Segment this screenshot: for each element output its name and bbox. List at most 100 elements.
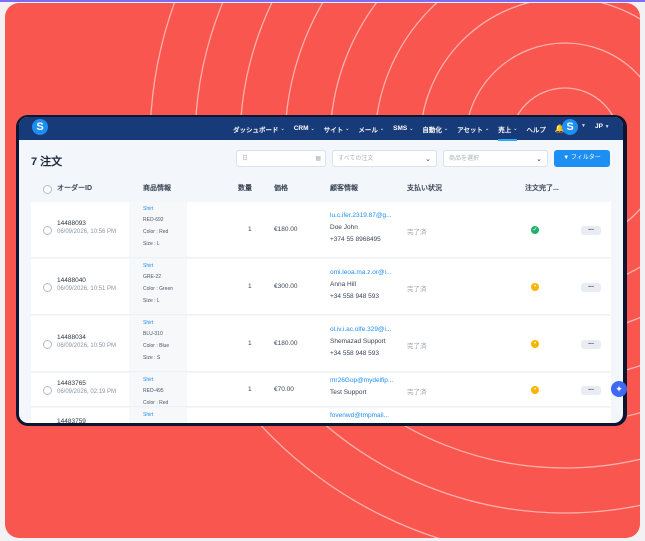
order-id[interactable]: 14483765	[57, 380, 86, 387]
customer-email[interactable]: mr26Gop@mydelfip...	[330, 377, 393, 384]
nav-item-label: メール	[358, 126, 378, 134]
chevron-down-icon: ⌄	[345, 125, 350, 132]
product-sku: RED-495	[143, 388, 164, 394]
more-actions-button[interactable]: ...	[581, 282, 601, 292]
customer-name: Anna Hill	[330, 281, 357, 288]
nav-item-0[interactable]: ダッシュボード ⌄	[233, 124, 285, 134]
price: €180.00	[274, 339, 298, 347]
order-id[interactable]: 14483759	[57, 418, 86, 423]
payment-status: 完了済	[407, 388, 427, 396]
product-category: Shirt	[143, 320, 154, 326]
ai-assistant-button[interactable]: ✦	[611, 381, 627, 397]
table-row[interactable]: 14483759 Shirt 1€70.00fovenwd@tmpmail...…	[31, 408, 611, 423]
nav-item-label: ヘルプ	[526, 126, 546, 134]
page-title: 7 注文	[31, 156, 63, 168]
top-nav: S ダッシュボード ⌄ CRM ⌄ サイト ⌄ メール ⌄ SMS ⌄ 自動化 ⌄ アセット ⌄ 売上 ⌄ ヘル…	[19, 117, 623, 141]
product-info: Shirt	[129, 408, 187, 423]
product-info: Shirt RED-495 Color : Red Size : S	[129, 373, 187, 418]
customer-name: Test Support	[330, 389, 367, 396]
header-qty: 数量	[238, 185, 252, 192]
app-logo[interactable]: S	[32, 119, 48, 135]
customer-phone: +34 558 948 593	[330, 350, 379, 357]
orders-select-value: すべての注文	[338, 156, 374, 162]
product-select-value: 商品を選択	[449, 156, 480, 162]
more-actions-button[interactable]: ...	[581, 385, 601, 395]
product-info: Shirt BLU-310 Color : Blue Size : S	[129, 316, 187, 371]
chevron-down-icon: ⌄	[379, 125, 385, 132]
product-category: Shirt	[143, 206, 154, 212]
nav-item-2[interactable]: サイト ⌄	[324, 124, 350, 134]
order-id[interactable]: 14488093	[57, 220, 86, 227]
payment-status: 完了済	[407, 285, 427, 293]
pending-icon: •	[531, 339, 539, 348]
customer-email[interactable]: lu.c.ifer.2319.87@g...	[330, 212, 392, 219]
nav-item-label: SMS	[393, 125, 408, 132]
header-fulfillment: 注文完了...	[525, 185, 559, 192]
chevron-down-icon: ⌄	[310, 125, 315, 132]
customer-email[interactable]: ol.iv.i.ac.olfe.329@i...	[330, 326, 391, 333]
more-actions-button[interactable]: ...	[581, 225, 601, 235]
table-row[interactable]: 14488040 06/09/2026, 10:51 PM Shirt GRE-2…	[31, 259, 611, 315]
product-info: Shirt GRE-22 Color : Green Size : L	[129, 259, 187, 314]
chevron-down-icon: ⌄	[485, 125, 490, 132]
order-id[interactable]: 14488034	[57, 334, 86, 341]
chevron-down-icon: ⌄	[409, 125, 414, 132]
customer-name: Doe John	[330, 224, 358, 231]
orders-select[interactable]: すべての注文 ⌄	[332, 150, 437, 167]
language-selector[interactable]: JP ▼	[595, 123, 610, 130]
chevron-down-icon[interactable]: ▼	[581, 123, 586, 129]
nav-menu: ダッシュボード ⌄ CRM ⌄ サイト ⌄ メール ⌄ SMS ⌄ 自動化 ⌄ アセット ⌄ 売上 ⌄ ヘルプ 🔔	[233, 117, 565, 141]
nav-item-4[interactable]: SMS ⌄	[393, 125, 413, 132]
product-color: Color : Blue	[143, 343, 170, 349]
chevron-down-icon: ⌄	[425, 156, 431, 163]
product-sku: RED-692	[143, 217, 164, 223]
row-checkbox[interactable]	[43, 385, 52, 395]
customer-phone: +34 558 948 593	[330, 293, 379, 300]
row-checkbox[interactable]	[43, 282, 52, 292]
nav-item-1[interactable]: CRM ⌄	[294, 125, 315, 132]
product-category: Shirt	[143, 412, 154, 418]
header-order-id[interactable]: オーダーID	[57, 177, 92, 201]
payment-status: 完了済	[407, 228, 427, 236]
customer-email[interactable]: fovenwd@tmpmail...	[330, 412, 389, 419]
price: €180.00	[274, 225, 298, 233]
header-product: 商品情報	[143, 185, 171, 192]
date-placeholder: 日	[242, 156, 249, 162]
filter-icon: ▼	[563, 155, 570, 161]
nav-item-3[interactable]: メール ⌄	[358, 124, 384, 134]
product-size: Size : L	[143, 298, 160, 304]
chevron-down-icon: ⌄	[513, 125, 518, 132]
date-picker[interactable]: 日 ▦	[236, 150, 326, 167]
product-color: Color : Red	[143, 229, 169, 235]
nav-item-label: 売上	[498, 126, 512, 134]
user-avatar[interactable]: S	[562, 119, 578, 135]
chevron-down-icon: ▼	[604, 124, 610, 130]
customer-name: Shemazad Support	[330, 338, 386, 345]
row-checkbox[interactable]	[43, 339, 52, 349]
chevron-down-icon: ⌄	[536, 156, 542, 163]
nav-item-6[interactable]: アセット ⌄	[457, 124, 489, 134]
product-color: Color : Green	[143, 286, 174, 292]
nav-item-label: アセット	[457, 126, 483, 134]
filter-button[interactable]: ▼ フィルター	[554, 150, 610, 167]
nav-item-8[interactable]: ヘルプ	[526, 124, 546, 134]
nav-item-7[interactable]: 売上 ⌄	[498, 124, 518, 141]
nav-item-label: ダッシュボード	[233, 126, 279, 134]
table-row[interactable]: 14488093 06/09/2026, 10:56 PM Shirt RED-6…	[31, 202, 611, 258]
product-select[interactable]: 商品を選択 ⌄	[443, 150, 548, 167]
table-row[interactable]: 14483765 06/09/2026, 02:19 PM Shirt RED-4…	[31, 373, 611, 418]
order-date: 06/09/2026, 10:51 PM	[57, 285, 117, 292]
nav-item-5[interactable]: 自動化 ⌄	[422, 124, 448, 134]
product-sku: GRE-22	[143, 274, 162, 280]
quantity: 1	[248, 385, 252, 393]
customer-email[interactable]: omi.leoa.ma.z.or@i...	[330, 269, 392, 276]
row-checkbox[interactable]	[43, 225, 52, 235]
filter-label: フィルター	[570, 155, 601, 161]
table-row[interactable]: 14488034 06/09/2026, 10:50 PM Shirt BLU-3…	[31, 316, 611, 372]
price: €70.00	[274, 385, 294, 393]
more-actions-button[interactable]: ...	[581, 339, 601, 349]
quantity: 1	[248, 339, 252, 347]
order-id[interactable]: 14488040	[57, 277, 86, 284]
select-all-checkbox[interactable]	[43, 185, 52, 194]
nav-item-label: CRM	[293, 125, 309, 132]
